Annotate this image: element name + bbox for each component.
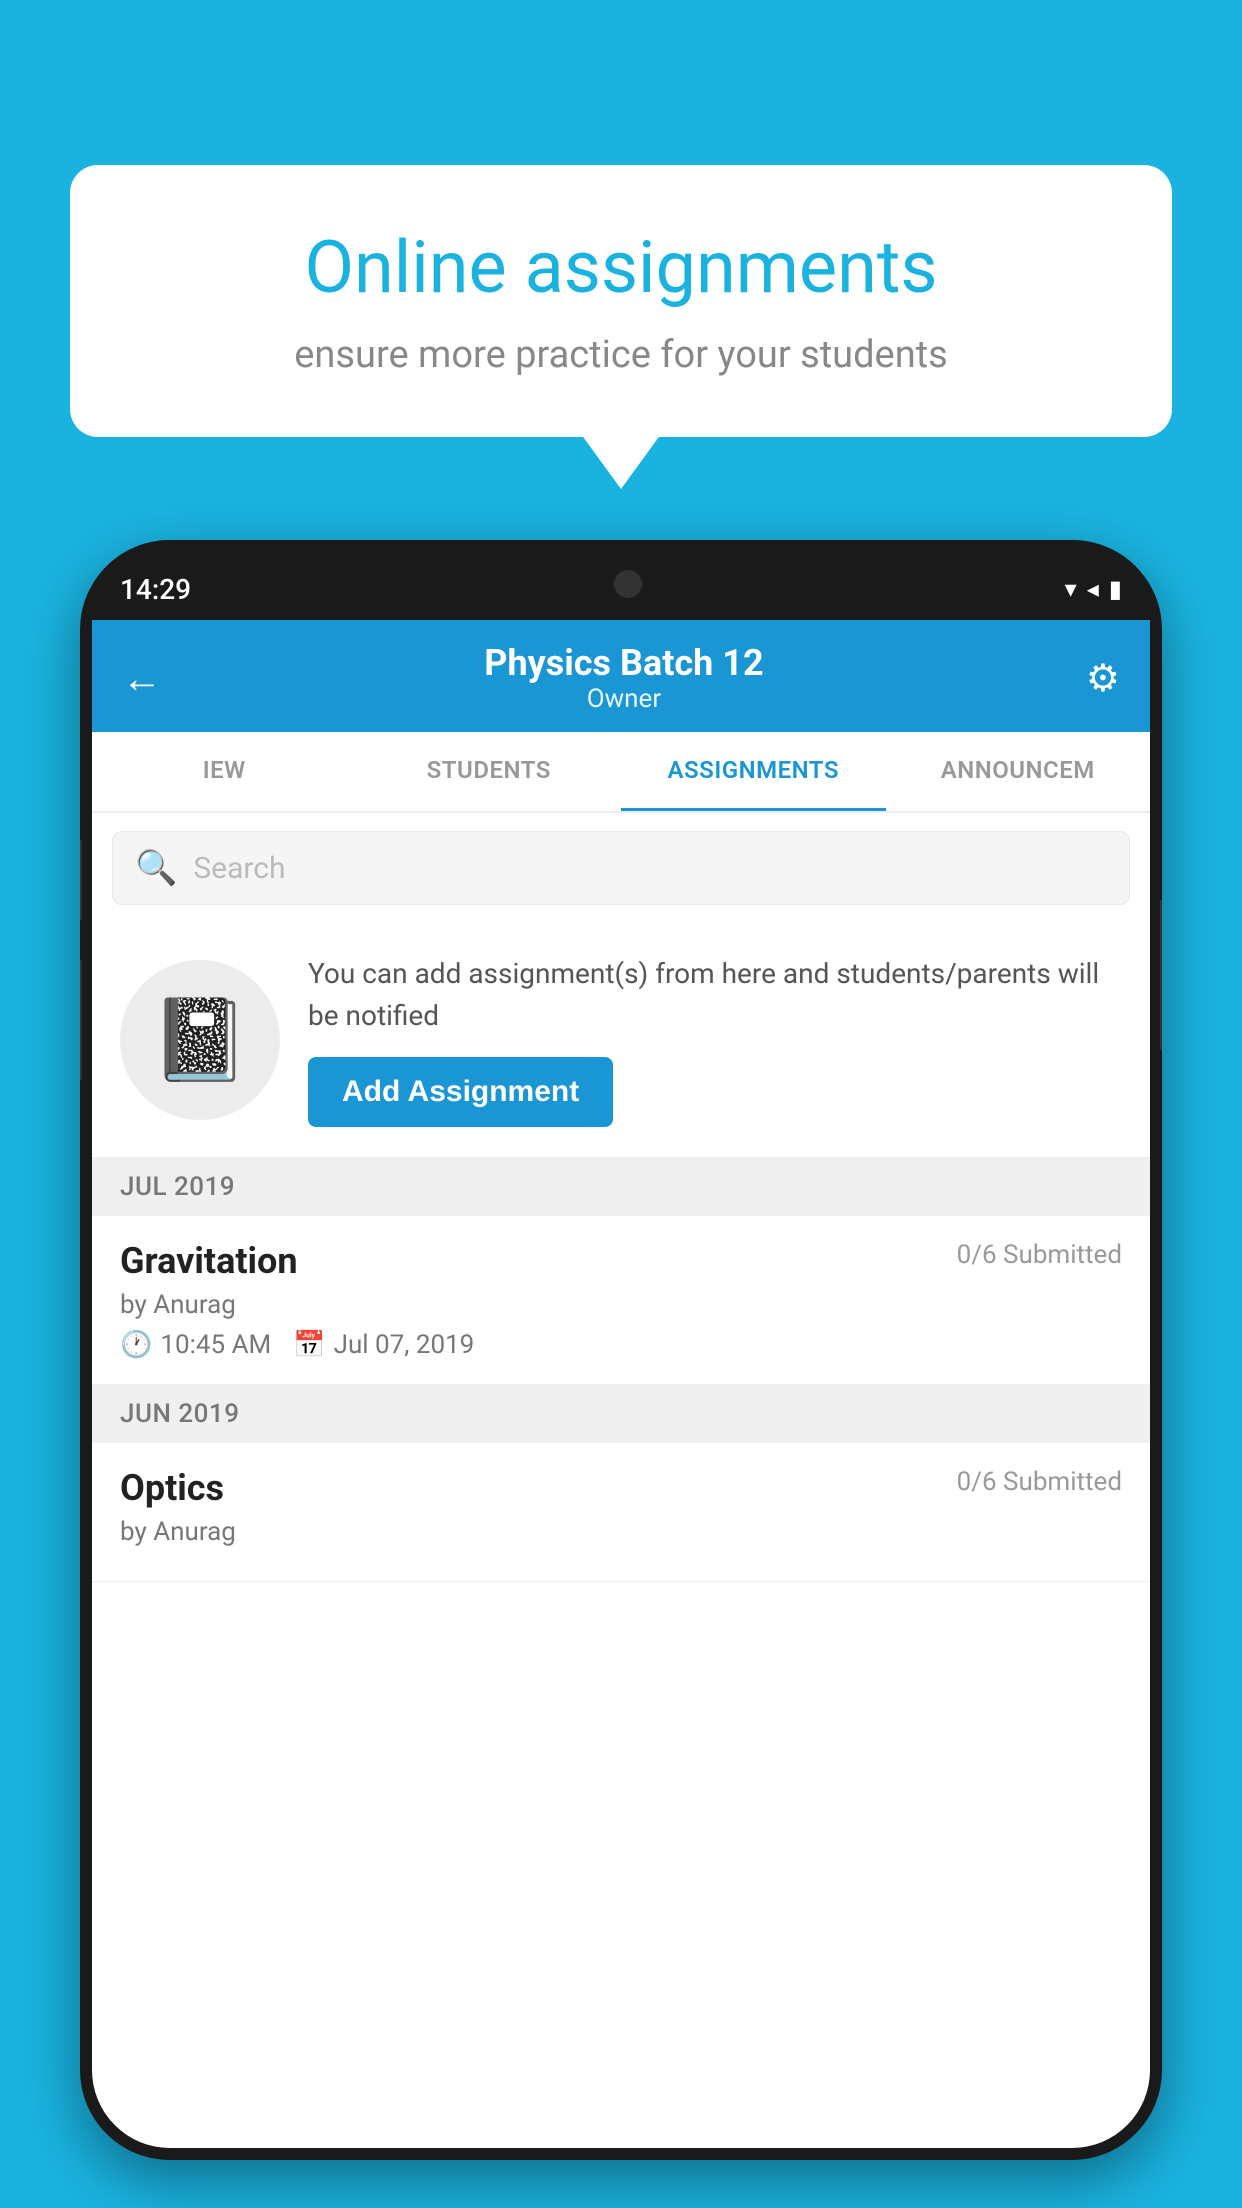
month-label-jun: JUN 2019 <box>120 1399 239 1429</box>
clock-icon: 🕐 <box>120 1330 152 1360</box>
phone: 14:29 ▾ ◂ ▮ ← Physics Batch 12 Owner ⚙ I… <box>80 540 1162 2160</box>
search-placeholder: Search <box>193 851 285 886</box>
calendar-icon: 📅 <box>293 1330 325 1360</box>
status-time: 14:29 <box>120 573 191 606</box>
tab-bar: IEW STUDENTS ASSIGNMENTS ANNOUNCEM <box>92 732 1150 813</box>
header-center: Physics Batch 12 Owner <box>484 642 763 714</box>
search-bar[interactable]: 🔍 Search <box>112 831 1130 905</box>
assignment-info: You can add assignment(s) from here and … <box>308 953 1122 1127</box>
phone-screen: ← Physics Batch 12 Owner ⚙ IEW STUDENTS … <box>92 620 1150 2148</box>
assignment-title-optics: Optics <box>120 1467 224 1509</box>
month-header-jun: JUN 2019 <box>92 1385 1150 1443</box>
assignment-submitted-optics: 0/6 Submitted <box>957 1467 1122 1497</box>
assignment-author-gravitation: by Anurag <box>120 1290 1122 1320</box>
app-header: ← Physics Batch 12 Owner ⚙ <box>92 620 1150 732</box>
settings-button[interactable]: ⚙ <box>1086 656 1120 701</box>
assignment-item-optics[interactable]: Optics 0/6 Submitted by Anurag <box>92 1443 1150 1582</box>
assignment-item-gravitation[interactable]: Gravitation 0/6 Submitted by Anurag 🕐 10… <box>92 1216 1150 1385</box>
phone-volume-down <box>80 960 82 1080</box>
wifi-icon: ▾ <box>1065 575 1077 603</box>
tab-assignments[interactable]: ASSIGNMENTS <box>621 732 886 811</box>
assignment-date-gravitation: 📅 Jul 07, 2019 <box>293 1330 474 1360</box>
speech-bubble: Online assignments ensure more practice … <box>70 165 1172 437</box>
notebook-icon: 📓 <box>150 993 250 1087</box>
assignment-info-text: You can add assignment(s) from here and … <box>308 953 1122 1037</box>
signal-icon: ◂ <box>1087 575 1099 603</box>
assignment-item-gravitation-header: Gravitation 0/6 Submitted <box>120 1240 1122 1282</box>
search-icon: 🔍 <box>135 848 177 888</box>
assignment-icon-circle: 📓 <box>120 960 280 1120</box>
tab-announcements[interactable]: ANNOUNCEM <box>886 732 1151 811</box>
assignment-time-gravitation: 🕐 10:45 AM <box>120 1330 271 1360</box>
bubble-subtitle: ensure more practice for your students <box>140 333 1102 377</box>
tab-iew[interactable]: IEW <box>92 732 357 811</box>
bubble-title: Online assignments <box>140 225 1102 311</box>
add-assignment-section: 📓 You can add assignment(s) from here an… <box>92 923 1150 1158</box>
header-subtitle: Owner <box>484 684 763 714</box>
assignment-time-label: 10:45 AM <box>160 1330 271 1360</box>
assignment-meta-gravitation: 🕐 10:45 AM 📅 Jul 07, 2019 <box>120 1330 1122 1360</box>
assignment-item-optics-header: Optics 0/6 Submitted <box>120 1467 1122 1509</box>
status-bar: 14:29 ▾ ◂ ▮ <box>80 540 1162 620</box>
front-camera <box>614 570 642 598</box>
assignment-submitted-gravitation: 0/6 Submitted <box>957 1240 1122 1270</box>
assignment-title-gravitation: Gravitation <box>120 1240 298 1282</box>
battery-icon: ▮ <box>1109 575 1122 603</box>
phone-power-button <box>1160 900 1162 1050</box>
status-icons: ▾ ◂ ▮ <box>1065 575 1122 603</box>
month-label-jul: JUL 2019 <box>120 1172 235 1202</box>
assignment-author-optics: by Anurag <box>120 1517 1122 1547</box>
header-title: Physics Batch 12 <box>484 642 763 684</box>
tab-students[interactable]: STUDENTS <box>357 732 622 811</box>
assignment-date-label: Jul 07, 2019 <box>334 1330 475 1360</box>
back-button[interactable]: ← <box>122 655 162 702</box>
add-assignment-button[interactable]: Add Assignment <box>308 1057 613 1127</box>
month-header-jul: JUL 2019 <box>92 1158 1150 1216</box>
phone-volume-up <box>80 840 82 920</box>
